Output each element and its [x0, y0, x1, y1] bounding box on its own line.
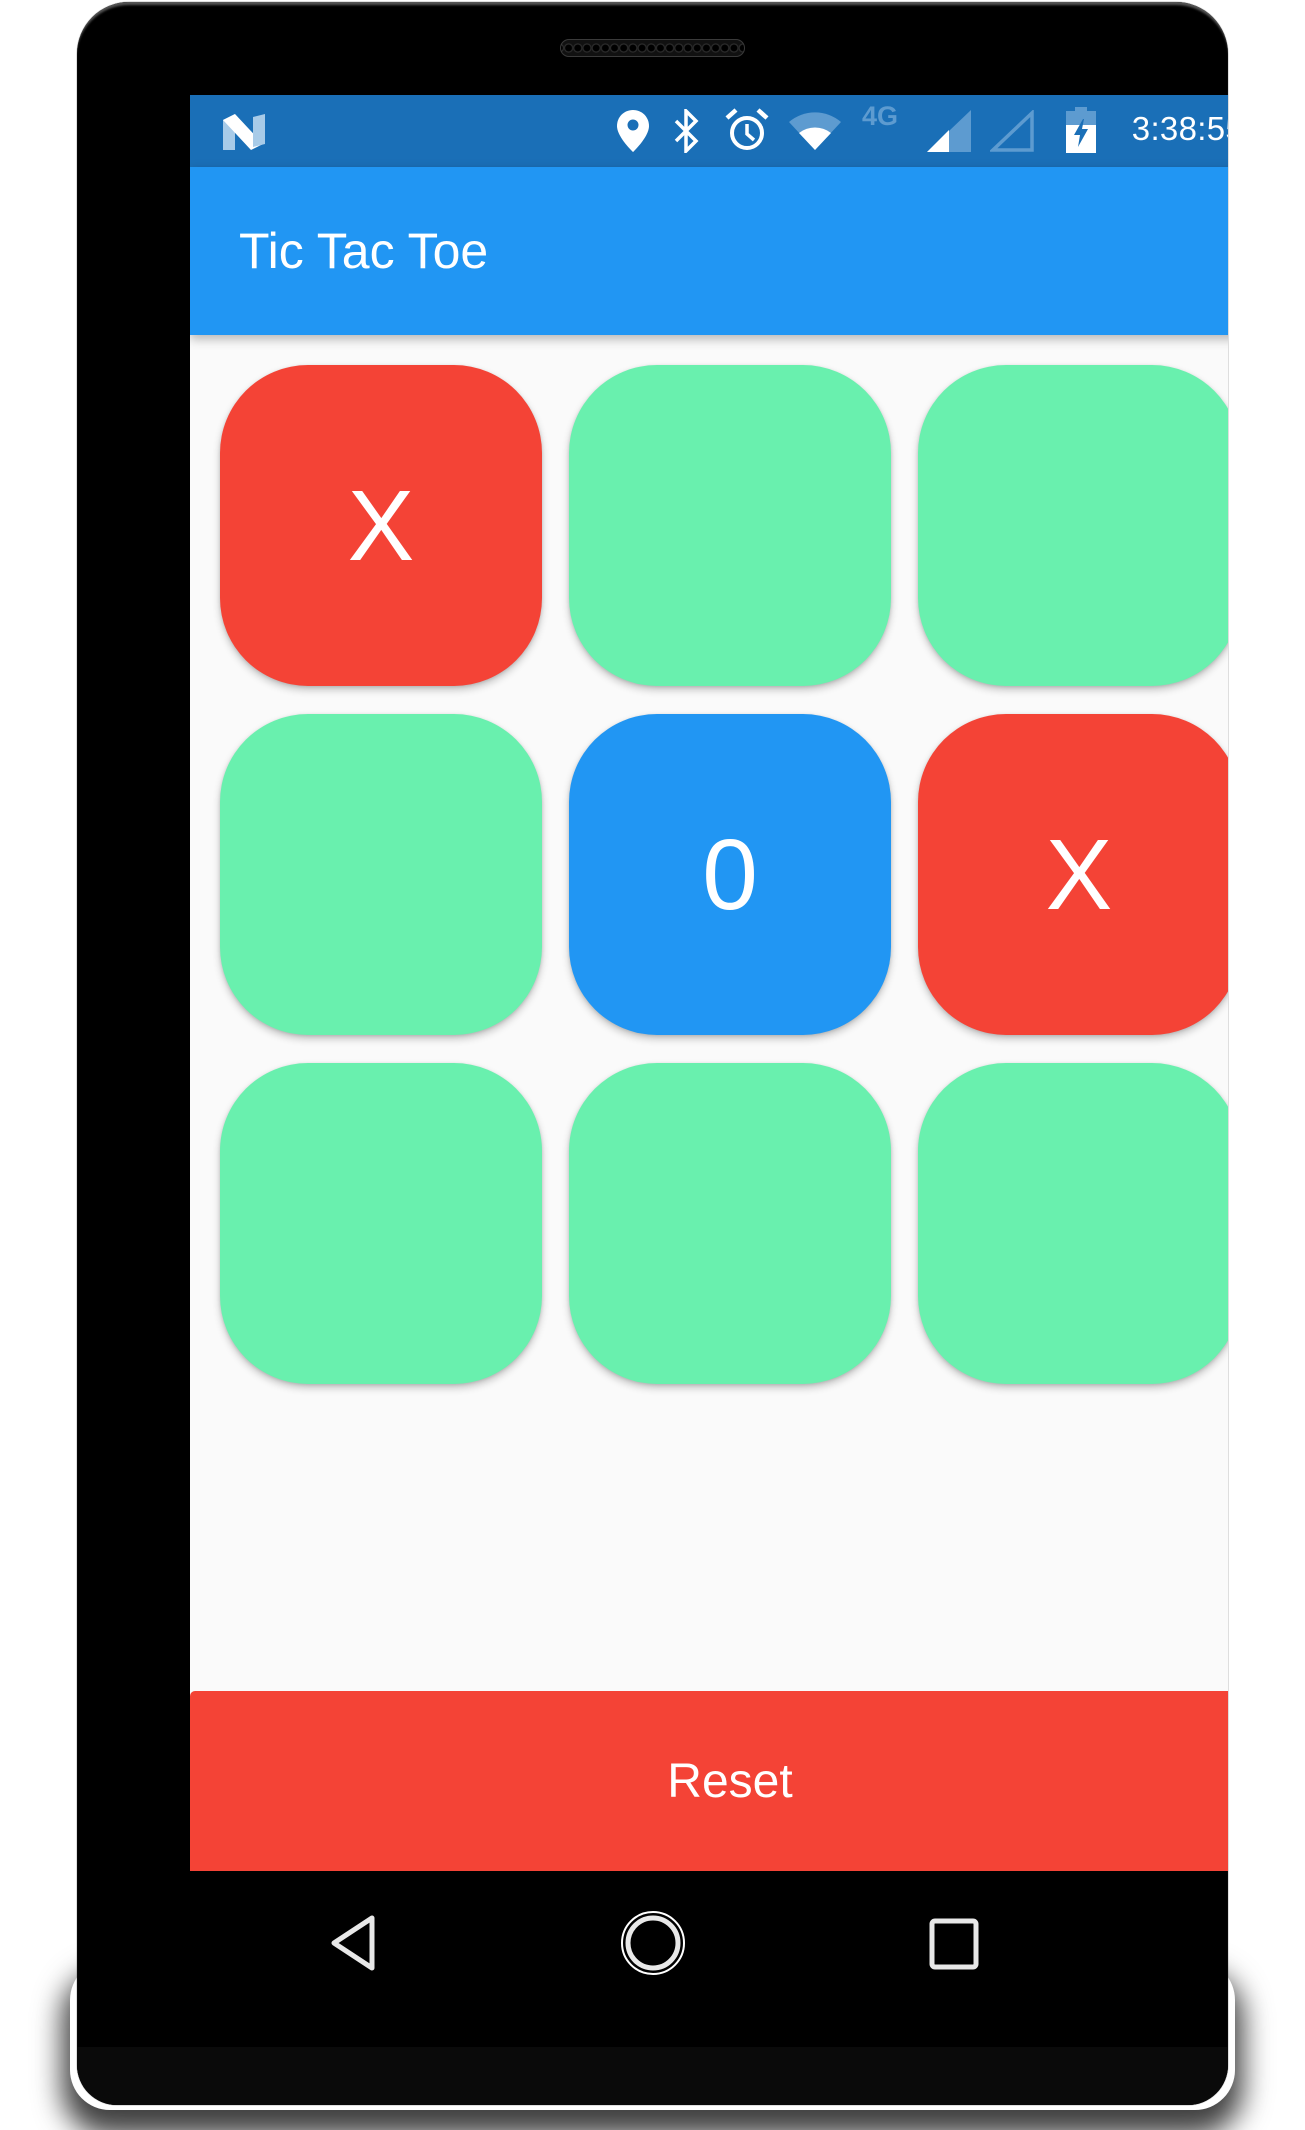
home-icon[interactable] [620, 1910, 686, 1976]
speaker-grille [560, 39, 745, 57]
alarm-icon [725, 108, 769, 150]
board-cell-6[interactable] [220, 1063, 542, 1384]
board-cell-4[interactable]: 0 [569, 714, 891, 1035]
board-cell-5[interactable]: X [918, 714, 1228, 1035]
cell-mark: X [1045, 818, 1113, 931]
board-cell-2[interactable] [918, 365, 1228, 686]
status-time: 3:38:55 [1131, 110, 1228, 147]
board-cell-7[interactable] [569, 1063, 891, 1384]
phone-frame: 4G 3:38:55 Tic Tac Toe X [77, 2, 1228, 2105]
status-bar: 4G 3:38:55 [190, 95, 1228, 167]
phone-chin [77, 2047, 1228, 2105]
app-title: Tic Tac Toe [239, 223, 489, 279]
bluetooth-icon [674, 109, 699, 153]
4g-icon: 4G [862, 101, 899, 131]
wifi-icon [789, 112, 841, 150]
board-cell-1[interactable] [569, 365, 891, 686]
board-cell-3[interactable] [220, 714, 542, 1035]
nav-bar [77, 1871, 1228, 2021]
location-icon [617, 110, 649, 152]
cell-mark: 0 [702, 818, 758, 931]
battery-charging-icon [1066, 107, 1096, 153]
game-board: X 0 X [220, 365, 1228, 1385]
app-bar: Tic Tac Toe [190, 167, 1228, 335]
android-n-icon [223, 114, 265, 150]
screen: 4G 3:38:55 Tic Tac Toe X [190, 95, 1228, 1871]
reset-button-label: Reset [667, 1754, 793, 1808]
board-cell-8[interactable] [918, 1063, 1228, 1384]
signal-icon [927, 110, 971, 152]
signal-empty-icon [990, 110, 1034, 152]
recents-icon[interactable] [929, 1918, 979, 1970]
board-cell-0[interactable]: X [220, 365, 542, 686]
back-icon[interactable] [329, 1915, 377, 1971]
cell-mark: X [347, 469, 415, 582]
reset-button[interactable]: Reset [190, 1691, 1228, 1871]
